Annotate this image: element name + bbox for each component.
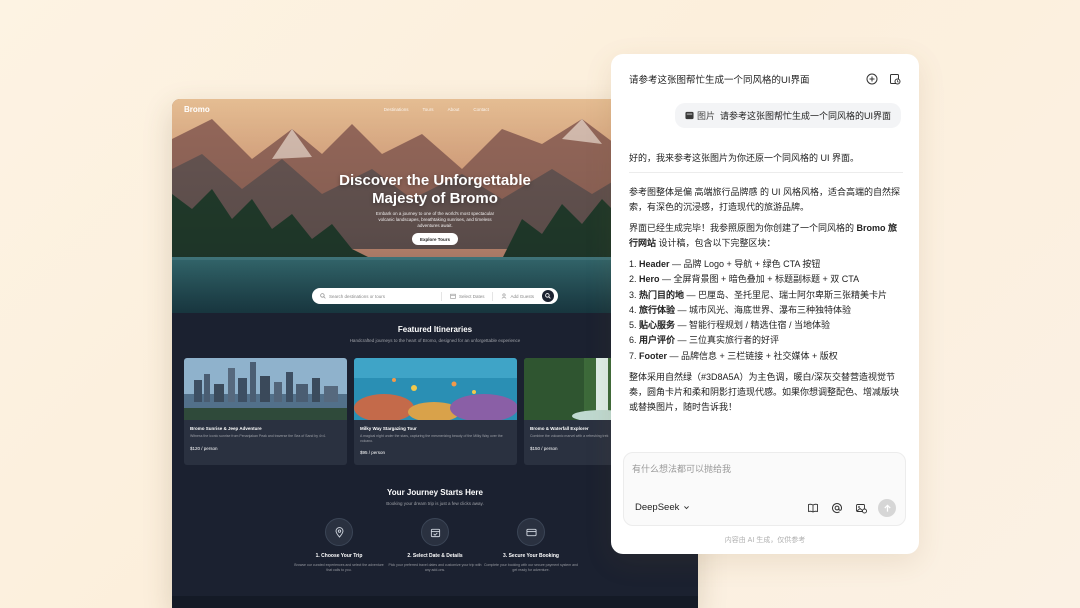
new-chat-icon[interactable] — [865, 73, 878, 86]
site-footer-edge — [172, 596, 698, 608]
feature-list: 1. Header — 品牌 Logo + 导航 + 绿色 CTA 按钮 2. … — [629, 257, 903, 364]
list-item: 3. 热门目的地 — 巴厘岛、圣托里尼、瑞士阿尔卑斯三张精美卡片 — [629, 289, 888, 300]
image-upload-icon[interactable] — [854, 502, 867, 515]
calendar-check-icon — [421, 518, 449, 546]
itinerary-price: $120 / person — [190, 445, 218, 451]
search-bar: Search destinations or tours Select Date… — [312, 288, 558, 304]
step-title: 3. Secure Your Booking — [503, 553, 559, 559]
step-description: Browse our curated experiences and selec… — [294, 563, 384, 572]
location-pin-icon — [325, 518, 353, 546]
itinerary-card[interactable]: Bromo Sunrise & Jeep Adventure Witness t… — [184, 358, 347, 465]
hero-title-line-1: Discover the Unforgettable — [339, 172, 531, 189]
select-dates-field[interactable]: Select Dates — [440, 291, 493, 301]
ai-disclaimer: 内容由 AI 生成，仅供参考 — [724, 537, 806, 544]
booking-step: 3. Secure Your Booking Complete your boo… — [483, 518, 579, 572]
list-item: 7. Footer — 品牌信息 + 三栏链接 + 社交媒体 + 版权 — [629, 350, 838, 361]
step-description: Complete your booking with our secure pa… — [484, 563, 578, 572]
answer-closing: 整体采用自然绿（#3D8A5A）为主色调，暖白/深灰交替营造视觉节奏，圆角卡片和… — [629, 372, 900, 413]
select-dates-label: Select Dates — [458, 293, 485, 299]
answer-intro: 好的，我来参考这张图片为你还原一个同风格的 UI 界面。 — [629, 153, 860, 163]
site-logo[interactable]: Bromo — [184, 105, 210, 114]
list-item: 6. 用户评价 — 三位真实旅行者的好评 — [629, 335, 780, 346]
explore-tours-button[interactable]: Explore Tours — [412, 233, 458, 245]
credit-card-icon — [517, 518, 545, 546]
itinerary-description: Witness the iconic sunrise from Penanjak… — [190, 434, 326, 438]
chevron-down-icon — [684, 506, 690, 510]
search-placeholder: Search destinations or tours — [329, 293, 386, 299]
itinerary-name: Milky Way Stargazing Tour — [360, 426, 417, 431]
search-submit-button[interactable] — [542, 290, 554, 302]
nav-link-about[interactable]: About — [448, 107, 460, 112]
step-title: 1. Choose Your Trip — [315, 553, 363, 559]
attachment-label: 图片 — [696, 111, 715, 121]
image-attachment[interactable]: 图片 — [685, 109, 715, 122]
composer-tools — [806, 499, 896, 517]
nav-link-destinations[interactable]: Destinations — [384, 107, 409, 112]
arrow-up-icon — [883, 503, 891, 512]
user-message-bubble: 图片 请参考这张图帮忙生成一个同风格的UI界面 — [674, 103, 901, 128]
hero-title: Discover the Unforgettable Majesty of Br… — [172, 172, 698, 208]
itinerary-name: Bromo Sunrise & Jeep Adventure — [190, 426, 262, 431]
list-item: 4. 旅行体验 — 城市风光、海底世界、瀑布三种独特体验 — [629, 304, 852, 315]
booking-step: 1. Choose Your Trip Browse our curated e… — [291, 518, 387, 572]
hero-subtitle: Embark on a journey to one of the world'… — [375, 211, 495, 228]
chat-panel: 请参考这张图帮忙生成一个同风格的UI界面 图片 请参考这张图帮忙生成一个同风格的… — [611, 54, 919, 554]
destination-search-input[interactable]: Search destinations or tours — [320, 293, 441, 299]
message-composer[interactable]: 有什么想法都可以抛给我 DeepSeek — [623, 452, 906, 526]
hero-title-line-2: Majesty of Bromo — [372, 190, 498, 207]
list-item: 1. Header — 品牌 Logo + 导航 + 绿色 CTA 按钮 — [629, 259, 821, 269]
site-nav-links: Destinations Tours About Contact — [384, 107, 489, 112]
coral-reef-image — [354, 358, 517, 420]
answer-paragraph: 界面已经生成完毕！我参照原图为你创建了一个同风格的 Bromo 旅行网站 设计稿… — [629, 223, 898, 248]
message-input-placeholder[interactable]: 有什么想法都可以抛给我 — [632, 462, 731, 475]
city-skyline-image — [184, 358, 347, 420]
at-mention-icon[interactable] — [830, 502, 843, 515]
nav-link-tours[interactable]: Tours — [423, 107, 434, 112]
itinerary-card[interactable]: Milky Way Stargazing Tour A magical nigh… — [354, 358, 517, 465]
chat-header: 请参考这张图帮忙生成一个同风格的UI界面 — [629, 71, 901, 87]
itinerary-price: $95 / person — [360, 450, 386, 455]
add-guests-field[interactable]: Add Guests — [492, 291, 542, 301]
itinerary-description: A magical night under the stars, capturi… — [360, 434, 503, 443]
send-button[interactable] — [878, 499, 896, 517]
model-name: DeepSeek — [635, 502, 680, 513]
step-title: 2. Select Date & Details — [407, 553, 463, 559]
step-description: Pick your preferred travel dates and cus… — [388, 563, 482, 572]
model-selector[interactable]: DeepSeek — [635, 502, 690, 513]
list-item: 2. Hero — 全屏背景图 + 暗色叠加 + 标题副标题 + 双 CTA — [629, 274, 860, 285]
book-icon[interactable] — [806, 502, 819, 515]
booking-step: 2. Select Date & Details Pick your prefe… — [387, 518, 483, 572]
user-message-text: 请参考这张图帮忙生成一个同风格的UI界面 — [719, 111, 891, 121]
search-icon — [545, 293, 551, 299]
nav-link-contact[interactable]: Contact — [473, 107, 489, 112]
site-header: Bromo Destinations Tours About Contact — [184, 105, 686, 114]
history-icon[interactable] — [888, 73, 901, 86]
chat-title: 请参考这张图帮忙生成一个同风格的UI界面 — [629, 75, 810, 86]
image-thumbnail-icon — [685, 111, 694, 120]
add-guests-label: Add Guests — [510, 293, 534, 299]
calendar-icon — [450, 293, 456, 299]
search-icon — [320, 293, 326, 299]
list-item: 5. 贴心服务 — 智能行程规划 / 精选住宿 / 当地体验 — [629, 320, 831, 331]
user-icon — [502, 293, 507, 299]
